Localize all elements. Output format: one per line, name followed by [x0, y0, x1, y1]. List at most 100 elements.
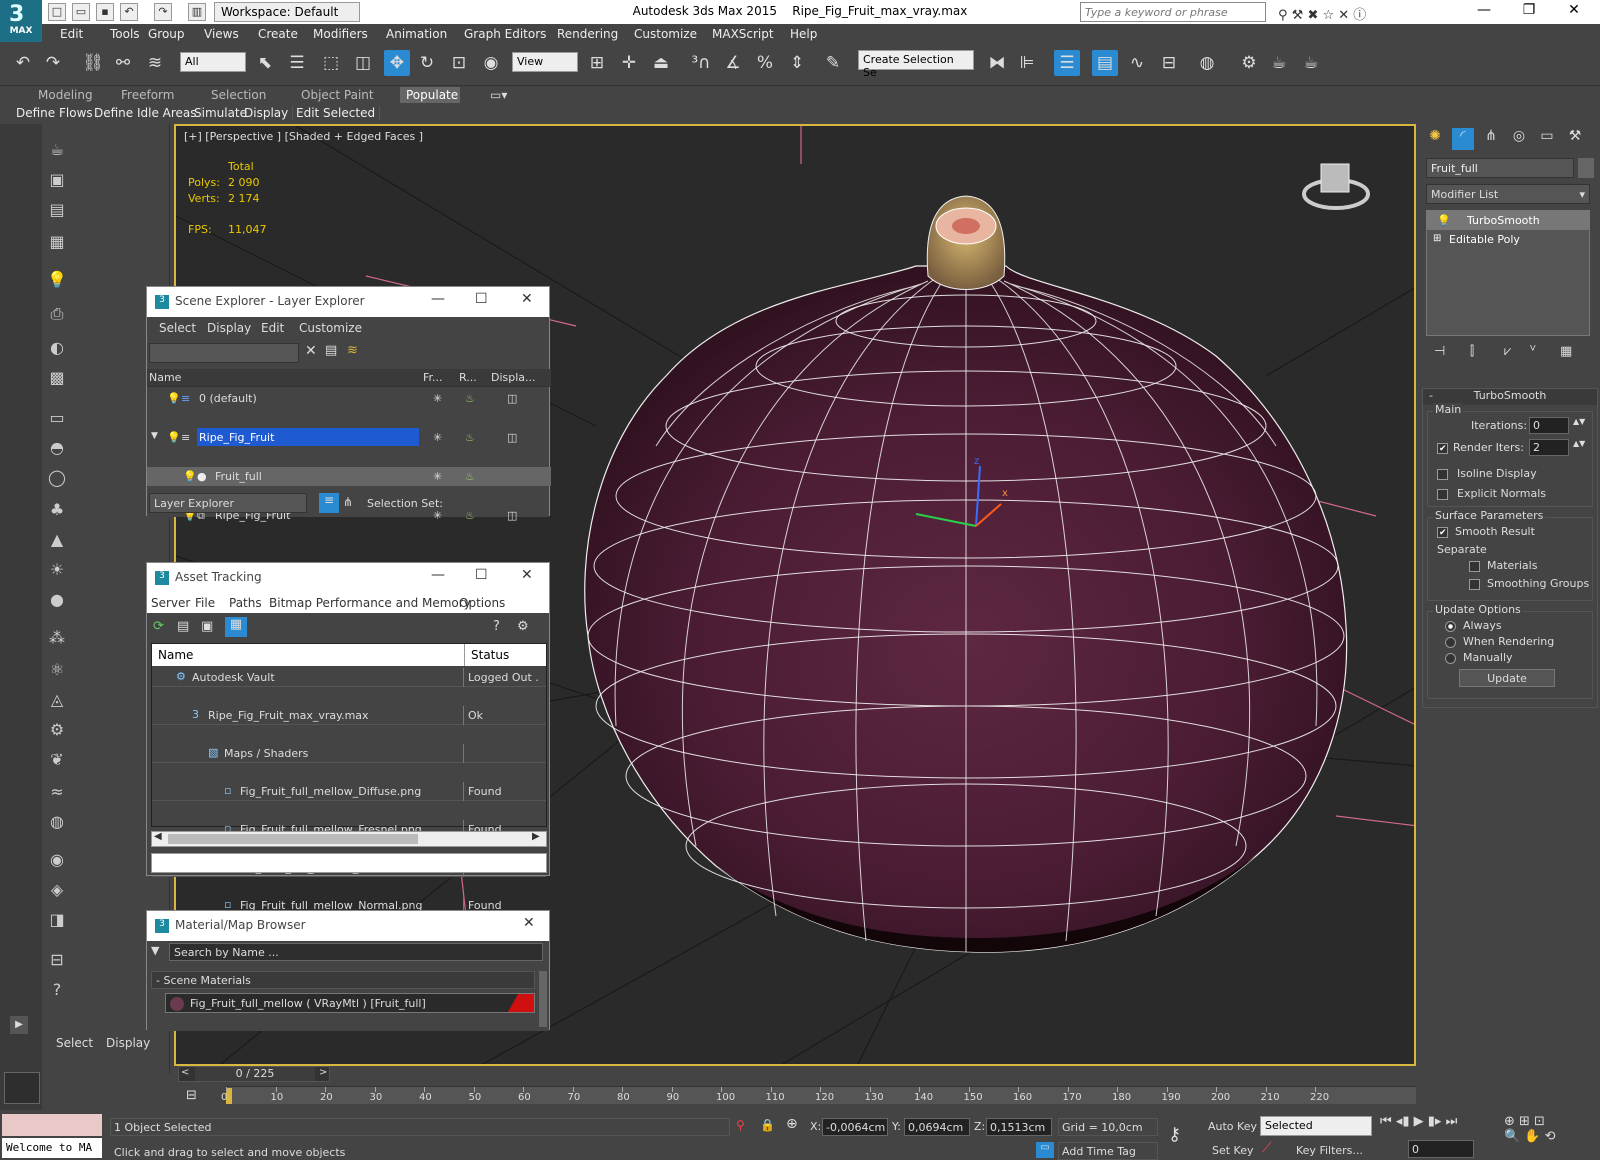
explorer-menu-select[interactable]: Select: [159, 321, 196, 335]
material-editor-icon[interactable]: ◍: [1194, 50, 1220, 76]
render-frame-icon[interactable]: ☕: [1266, 50, 1292, 76]
undo-icon[interactable]: ↶: [10, 50, 36, 76]
molecule-icon[interactable]: ⚛: [46, 660, 68, 682]
modify-tab-icon[interactable]: ◜: [1452, 128, 1474, 150]
render-icon[interactable]: ▣: [46, 170, 68, 192]
freeze-icon[interactable]: ✳: [433, 509, 442, 522]
explorer-menu-customize[interactable]: Customize: [299, 321, 362, 335]
scroll-right-icon[interactable]: ▶: [532, 831, 540, 842]
selection-filter-dropdown[interactable]: All: [180, 52, 246, 72]
key-filters-button[interactable]: Key Filters...: [1296, 1144, 1363, 1157]
col-name[interactable]: Name: [149, 371, 181, 384]
smoothing-groups-checkbox[interactable]: [1469, 579, 1480, 590]
pivot-center-icon[interactable]: ⊞: [584, 50, 610, 76]
snaps-toggle-icon[interactable]: ³∩: [688, 50, 714, 76]
display-icon[interactable]: ◫: [507, 509, 517, 522]
add-time-tag-button[interactable]: Add Time Tag: [1058, 1142, 1158, 1160]
asset-row[interactable]: ▫ Fig_Fruit_full_mellow_Diffuse.png Found: [152, 782, 546, 801]
always-radio[interactable]: [1445, 621, 1456, 632]
stack-item-turbosmooth[interactable]: 💡 TurboSmooth: [1427, 211, 1589, 230]
asset-row[interactable]: ▧ Maps / Shaders: [152, 744, 546, 763]
menu-rendering[interactable]: Rendering: [557, 27, 618, 41]
graphite-toggle-icon[interactable]: ▤: [1092, 50, 1118, 76]
cone-icon[interactable]: ▲: [46, 530, 68, 552]
new-file-icon[interactable]: □: [48, 3, 66, 21]
asset-tracking-titlebar[interactable]: 3 Asset Tracking — ☐ ✕: [147, 563, 549, 593]
cmd-display-label[interactable]: Display: [106, 1036, 150, 1050]
workspace-dropdown[interactable]: Workspace: Default: [214, 2, 360, 22]
render-production-icon[interactable]: ☕: [1298, 50, 1324, 76]
asset-row[interactable]: ⚙ Autodesk Vault Logged Out .: [152, 668, 546, 687]
object-name-field[interactable]: Fruit_full: [1426, 158, 1574, 178]
auto-key-button[interactable]: Auto Key: [1208, 1120, 1257, 1133]
ribbon-tab-freeform[interactable]: Freeform: [115, 87, 180, 103]
help-tools-icons[interactable]: ⚲ ⚒ ✖ ☆ ✕ ⓘ: [1278, 4, 1366, 23]
ball-icon[interactable]: ●: [46, 590, 68, 612]
update-button[interactable]: Update: [1459, 669, 1555, 687]
ribbon-define-flows-button[interactable]: Define Flows: [12, 106, 98, 120]
explicit-normals-checkbox[interactable]: [1437, 489, 1448, 500]
explorer-mode-dropdown[interactable]: Layer Explorer: [149, 493, 307, 513]
render-setup-icon[interactable]: ⚙: [1236, 50, 1262, 76]
scene-icon[interactable]: ◨: [46, 910, 68, 932]
next-frame-icon[interactable]: >: [319, 1067, 327, 1078]
ribbon-display-button[interactable]: Display: [240, 106, 294, 120]
layers-icon[interactable]: ≡: [319, 493, 339, 513]
asset-menu-options[interactable]: Options: [459, 596, 505, 610]
close-icon[interactable]: ✕: [521, 567, 533, 583]
hierarchy-tab-icon[interactable]: ⋔: [1480, 128, 1502, 150]
open-file-icon[interactable]: ▭: [72, 3, 90, 21]
clear-search-icon[interactable]: ✕: [305, 343, 317, 359]
globe-icon[interactable]: ◉: [46, 850, 68, 872]
select-object-icon[interactable]: ⬉: [252, 50, 278, 76]
ribbon-tab-modeling[interactable]: Modeling: [32, 87, 99, 103]
schematic-view-icon[interactable]: ⊟: [1156, 50, 1182, 76]
close-icon[interactable]: ✕: [1560, 2, 1588, 22]
spinner-snap-icon[interactable]: ⇕: [784, 50, 810, 76]
asset-menu-server[interactable]: Server: [151, 596, 190, 610]
make-unique-icon[interactable]: ⩗: [1504, 344, 1511, 359]
layout-thumb[interactable]: [4, 1072, 40, 1104]
playback-controls[interactable]: ⏮ ◂▮ ▶ ▮▸ ⏭: [1380, 1114, 1457, 1129]
ribbon-define-idle-areas-button[interactable]: Define Idle Areas: [90, 106, 202, 120]
edit-named-selection-icon[interactable]: ✎: [820, 50, 846, 76]
spinner-arrows-icon[interactable]: ▲▼: [1573, 439, 1585, 448]
asset-menu-bitmap-performance-and-memory[interactable]: Bitmap Performance and Memory: [269, 596, 471, 610]
sun-icon[interactable]: ☀: [46, 560, 68, 582]
keyboard-shortcut-icon[interactable]: ⏏: [648, 50, 674, 76]
manually-radio[interactable]: [1445, 653, 1456, 664]
ribbon-tab-selection[interactable]: Selection: [205, 87, 272, 103]
close-icon[interactable]: ✕: [521, 291, 533, 307]
render-iters-checkbox[interactable]: [1437, 443, 1448, 454]
asset-path-field[interactable]: [151, 853, 547, 873]
render-teapot-icon[interactable]: ♨: [465, 509, 475, 522]
menu-maxscript[interactable]: MAXScript: [712, 27, 774, 41]
menu-group[interactable]: Group: [148, 27, 185, 41]
save-file-icon[interactable]: ▪: [96, 3, 114, 21]
help-settings-icon[interactable]: ⚙: [517, 619, 529, 634]
rectangular-selection-icon[interactable]: ⬚: [318, 50, 344, 76]
menu-create[interactable]: Create: [258, 27, 298, 41]
shrub-icon[interactable]: ♣: [46, 500, 68, 522]
col-status[interactable]: Status: [464, 644, 515, 666]
display-tab-icon[interactable]: ▭: [1536, 128, 1558, 150]
x-coordinate[interactable]: -0,0064cm: [822, 1118, 888, 1136]
layer-options-icon[interactable]: ≋: [347, 343, 358, 358]
z-coordinate[interactable]: 0,1513cm: [986, 1118, 1052, 1136]
time-slider[interactable]: < 0 / 225 >: [178, 1066, 330, 1082]
window-crossing-icon[interactable]: ◫: [350, 50, 376, 76]
film-icon[interactable]: ▩: [46, 368, 68, 390]
pin-stack-icon[interactable]: ⊣: [1434, 344, 1445, 359]
named-selection-dropdown[interactable]: Create Selection Se: [858, 50, 974, 79]
table-view-icon[interactable]: ▦: [225, 617, 247, 637]
ribbon-tab-object-paint[interactable]: Object Paint: [295, 87, 380, 103]
help-icon[interactable]: ?: [46, 980, 68, 1002]
render-teapot-icon[interactable]: ♨: [465, 470, 475, 483]
materials-checkbox[interactable]: [1469, 561, 1480, 572]
link-icon[interactable]: ⛓: [80, 50, 106, 76]
camera-icon[interactable]: ⎙: [46, 304, 68, 326]
render-teapot-icon[interactable]: ♨: [465, 431, 475, 444]
scene-materials-header[interactable]: - Scene Materials: [151, 971, 535, 989]
key-icon[interactable]: ⚷: [1168, 1124, 1181, 1145]
set-key-button[interactable]: Set Key: [1212, 1144, 1254, 1157]
